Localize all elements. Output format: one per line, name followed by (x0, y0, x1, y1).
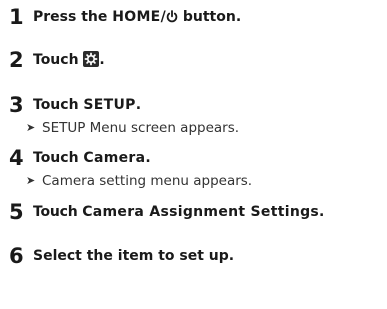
procedure-steps: 1 Press the HOME/ button. 2 Touch . 3 To… (0, 0, 387, 309)
step-instruction: Touch Camera. (33, 149, 151, 167)
step-instruction: Touch Camera Assignment Settings. (33, 203, 324, 221)
home-keyword: HOME (112, 9, 161, 25)
step-text-before: Touch (33, 150, 84, 166)
camera-keyword: Camera (83, 150, 146, 166)
step-3-result: ➤ SETUP Menu screen appears. (26, 119, 239, 137)
step-instruction: Touch . (33, 51, 105, 69)
result-text: SETUP Menu screen appears. (42, 120, 240, 136)
step-text-after: button. (177, 9, 242, 25)
step-text-before: Touch (33, 204, 83, 220)
settings-icon (83, 51, 100, 67)
result-arrow-icon: ➤ (26, 174, 36, 187)
result-text: Camera setting menu appears. (42, 173, 253, 189)
step-instruction: Select the item to set up. (33, 248, 235, 264)
step-text-after: . (135, 97, 142, 113)
step-number: 1 (9, 5, 24, 29)
step-4-result: ➤ Camera setting menu appears. (26, 172, 252, 190)
step-number: 2 (9, 48, 24, 72)
result-arrow-icon: ➤ (26, 121, 36, 134)
step-number: 3 (9, 93, 24, 117)
step-text-before: Press the (33, 9, 113, 25)
step-text-before: Touch (33, 52, 84, 68)
step-number: 5 (9, 200, 24, 224)
power-icon (166, 10, 178, 23)
step-instruction: Touch SETUP. (33, 96, 141, 114)
step-number: 4 (9, 146, 24, 170)
step-text-after: . (99, 52, 105, 68)
step-text-after: . (145, 150, 151, 166)
step-instruction: Press the HOME/ button. (33, 8, 241, 26)
step-number: 6 (9, 244, 24, 268)
setup-keyword: SETUP (83, 97, 136, 113)
step-text-after: . (319, 204, 325, 220)
step-text-before: Touch (33, 97, 84, 113)
camera-assignment-settings-keyword: Camera Assignment Settings (82, 204, 320, 220)
